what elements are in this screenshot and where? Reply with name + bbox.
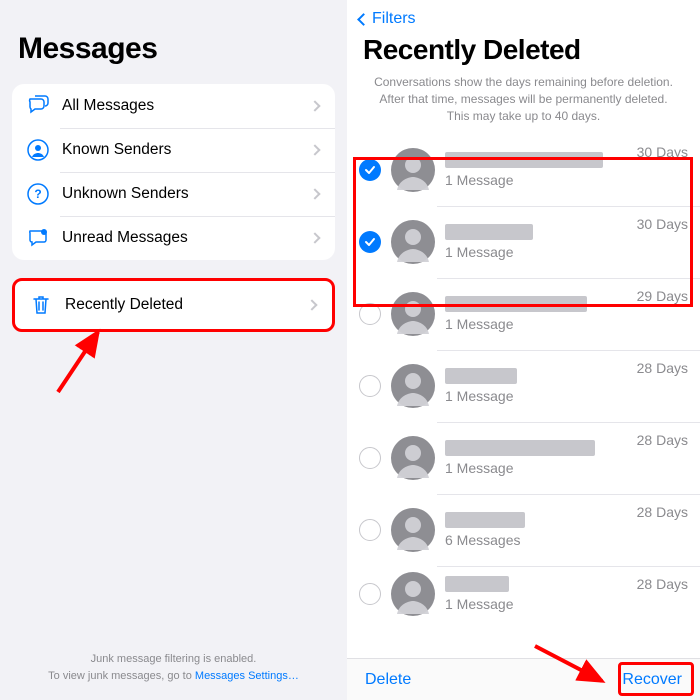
conversation-row[interactable]: 6 Messages 28 Days bbox=[347, 494, 700, 566]
message-count: 1 Message bbox=[445, 460, 631, 476]
avatar-icon bbox=[391, 436, 435, 480]
filter-label: Unknown Senders bbox=[62, 185, 311, 203]
back-button[interactable]: Filters bbox=[353, 10, 416, 28]
redacted-name bbox=[445, 576, 509, 592]
filter-unknown-senders[interactable]: ? Unknown Senders bbox=[12, 172, 335, 216]
messages-filter-pane: Messages All Messages Known Senders ? bbox=[0, 0, 347, 700]
redacted-name bbox=[445, 440, 595, 456]
avatar-icon bbox=[391, 572, 435, 616]
days-remaining: 29 Days bbox=[637, 288, 688, 304]
redacted-name bbox=[445, 512, 525, 528]
trash-icon bbox=[29, 293, 53, 317]
days-remaining: 28 Days bbox=[637, 504, 688, 520]
conversation-body: 6 Messages bbox=[445, 512, 631, 548]
conversation-body: 1 Message bbox=[445, 576, 631, 612]
annotation-arrow-icon bbox=[530, 641, 610, 696]
footer-line2-prefix: To view junk messages, go to bbox=[48, 670, 195, 682]
checkmark-checked-icon[interactable] bbox=[359, 159, 381, 181]
footer-line1: Junk message filtering is enabled. bbox=[0, 651, 347, 668]
annotation-highlight-recover bbox=[618, 662, 694, 696]
conversation-row[interactable]: 1 Message 28 Days bbox=[347, 350, 700, 422]
conversation-row[interactable]: 1 Message 30 Days bbox=[347, 134, 700, 206]
filter-label: All Messages bbox=[62, 97, 311, 115]
conversation-row[interactable]: 1 Message 30 Days bbox=[347, 206, 700, 278]
chevron-right-icon bbox=[309, 188, 320, 199]
person-circle-icon bbox=[26, 138, 50, 162]
page-title: Recently Deleted bbox=[363, 34, 700, 66]
conversation-row[interactable]: 1 Message 29 Days bbox=[347, 278, 700, 350]
avatar-icon bbox=[391, 148, 435, 192]
avatar-icon bbox=[391, 364, 435, 408]
checkmark-unchecked-icon[interactable] bbox=[359, 519, 381, 541]
annotation-arrow-icon bbox=[48, 322, 118, 407]
person-question-icon: ? bbox=[26, 182, 50, 206]
delete-button[interactable]: Delete bbox=[365, 671, 411, 689]
filter-label: Unread Messages bbox=[62, 229, 311, 247]
conversation-list: 1 Message30 Days1 Message30 Days1 Messag… bbox=[347, 134, 700, 622]
conversation-row[interactable]: 1 Message 28 Days bbox=[347, 566, 700, 622]
redacted-name bbox=[445, 296, 587, 312]
message-count: 6 Messages bbox=[445, 532, 631, 548]
avatar-icon bbox=[391, 292, 435, 336]
nav-bar: Filters bbox=[347, 0, 700, 34]
redacted-name bbox=[445, 224, 533, 240]
conversation-body: 1 Message bbox=[445, 296, 631, 332]
message-count: 1 Message bbox=[445, 172, 631, 188]
redacted-name bbox=[445, 368, 517, 384]
chat-dot-icon bbox=[26, 226, 50, 250]
message-count: 1 Message bbox=[445, 244, 631, 260]
filter-known-senders[interactable]: Known Senders bbox=[12, 128, 335, 172]
days-remaining: 28 Days bbox=[637, 576, 688, 592]
avatar-icon bbox=[391, 220, 435, 264]
conversation-body: 1 Message bbox=[445, 224, 631, 260]
checkmark-unchecked-icon[interactable] bbox=[359, 583, 381, 605]
conversation-body: 1 Message bbox=[445, 152, 631, 188]
message-count: 1 Message bbox=[445, 316, 631, 332]
svg-text:?: ? bbox=[34, 187, 41, 201]
chevron-left-icon bbox=[357, 13, 370, 26]
checkmark-unchecked-icon[interactable] bbox=[359, 303, 381, 325]
days-remaining: 28 Days bbox=[637, 432, 688, 448]
filter-label: Recently Deleted bbox=[65, 296, 308, 314]
info-description: Conversations show the days remaining be… bbox=[347, 74, 700, 134]
filter-unread-messages[interactable]: Unread Messages bbox=[12, 216, 335, 260]
redacted-name bbox=[445, 152, 603, 168]
chevron-right-icon bbox=[309, 100, 320, 111]
chat-bubbles-icon bbox=[26, 94, 50, 118]
checkmark-checked-icon[interactable] bbox=[359, 231, 381, 253]
checkmark-unchecked-icon[interactable] bbox=[359, 447, 381, 469]
message-count: 1 Message bbox=[445, 388, 631, 404]
avatar-icon bbox=[391, 508, 435, 552]
chevron-right-icon bbox=[309, 232, 320, 243]
conversation-row[interactable]: 1 Message 28 Days bbox=[347, 422, 700, 494]
filter-all-messages[interactable]: All Messages bbox=[12, 84, 335, 128]
messages-settings-link[interactable]: Messages Settings… bbox=[195, 670, 299, 682]
message-count: 1 Message bbox=[445, 596, 631, 612]
conversation-body: 1 Message bbox=[445, 440, 631, 476]
filter-label: Known Senders bbox=[62, 141, 311, 159]
chevron-right-icon bbox=[309, 144, 320, 155]
checkmark-unchecked-icon[interactable] bbox=[359, 375, 381, 397]
days-remaining: 28 Days bbox=[637, 360, 688, 376]
days-remaining: 30 Days bbox=[637, 216, 688, 232]
recently-deleted-pane: Filters Recently Deleted Conversations s… bbox=[347, 0, 700, 700]
junk-filter-footer: Junk message filtering is enabled. To vi… bbox=[0, 651, 347, 684]
days-remaining: 30 Days bbox=[637, 144, 688, 160]
filters-group: All Messages Known Senders ? Unknown Sen… bbox=[12, 84, 335, 260]
conversation-body: 1 Message bbox=[445, 368, 631, 404]
back-label: Filters bbox=[372, 10, 416, 28]
page-title: Messages bbox=[18, 32, 347, 66]
chevron-right-icon bbox=[306, 299, 317, 310]
